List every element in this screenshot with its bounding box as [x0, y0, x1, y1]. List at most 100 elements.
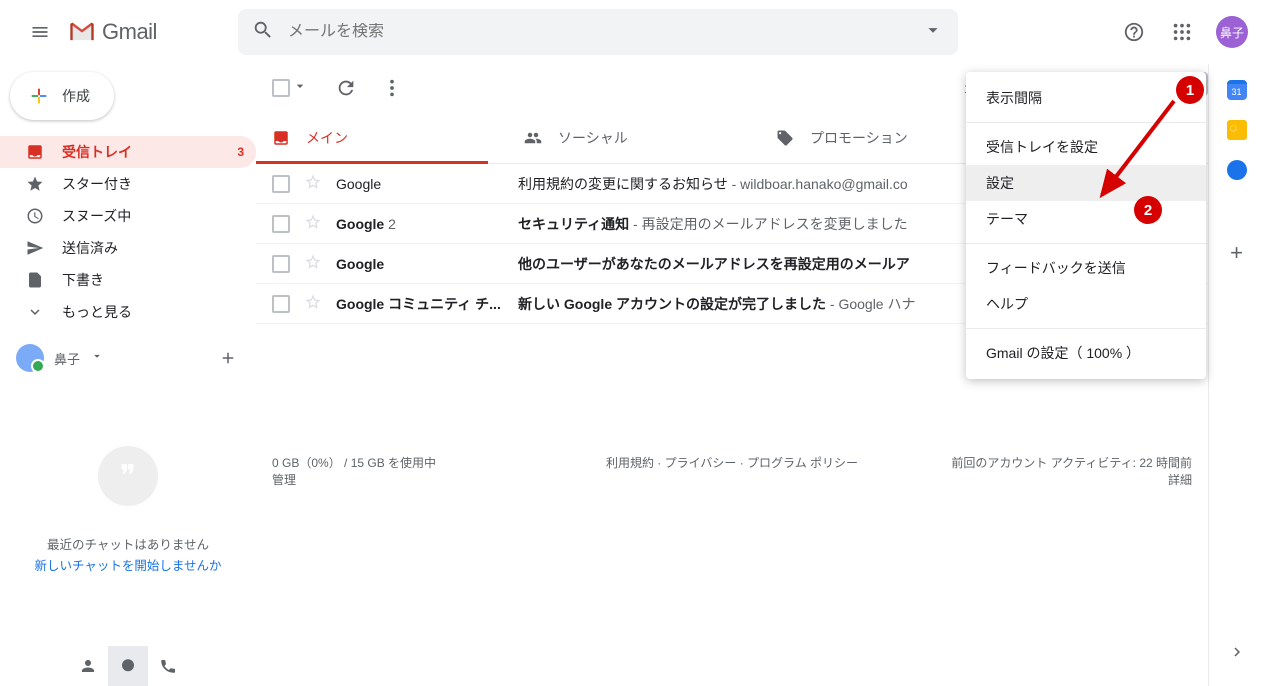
people-icon — [524, 129, 542, 147]
plus-icon — [219, 349, 237, 367]
menu-help[interactable]: ヘルプ — [966, 286, 1206, 322]
annotation-1: 1 — [1176, 76, 1204, 104]
star-outline-icon — [304, 173, 322, 191]
hangouts-empty: ❞ 最近のチャットはありません 新しいチャットを開始しませんか — [0, 446, 256, 574]
hangouts-icon — [119, 657, 137, 675]
nav-inbox[interactable]: 受信トレイ 3 — [0, 136, 256, 168]
star-outline-icon — [304, 253, 322, 271]
support-button[interactable] — [1114, 12, 1154, 52]
hamburger-icon — [30, 22, 50, 42]
file-icon — [26, 271, 44, 289]
message-from: Google — [336, 256, 504, 272]
nav-label: スター付き — [62, 174, 132, 194]
hangouts-start-link[interactable]: 新しいチャットを開始しませんか — [0, 555, 256, 574]
user-dropdown[interactable] — [90, 349, 104, 368]
menu-themes[interactable]: テーマ — [966, 201, 1206, 237]
search-bar[interactable] — [238, 9, 958, 55]
calendar-addon[interactable]: 31 — [1227, 80, 1247, 100]
gmail-logo[interactable]: Gmail — [68, 19, 238, 45]
search-options-button[interactable] — [922, 19, 944, 46]
menu-send-feedback[interactable]: フィードバックを送信 — [966, 250, 1206, 286]
tab-social[interactable]: ソーシャル — [508, 112, 760, 163]
nav-more[interactable]: もっと見る — [0, 296, 256, 328]
message-from: Google コミュニティ チ... — [336, 294, 504, 314]
sidebar: 作成 受信トレイ 3 スター付き スヌーズ中 送信済み 下書き もっと見る — [0, 64, 256, 686]
help-icon — [1123, 21, 1145, 43]
tab-label: メイン — [306, 128, 348, 148]
phone-tab[interactable] — [148, 646, 188, 686]
app-header: Gmail 鼻子 — [0, 0, 1264, 64]
star-button[interactable] — [304, 253, 322, 274]
nav-sent[interactable]: 送信済み — [0, 232, 256, 264]
nav-snoozed[interactable]: スヌーズ中 — [0, 200, 256, 232]
star-button[interactable] — [304, 213, 322, 234]
nav-label: 下書き — [62, 270, 104, 290]
list-footer: 0 GB（0%） / 15 GB を使用中 管理 利用規約 · プライバシー ·… — [256, 454, 1208, 488]
checkbox-icon — [272, 79, 290, 97]
row-checkbox[interactable] — [272, 255, 290, 273]
annotation-2: 2 — [1134, 196, 1162, 224]
manage-storage-link[interactable]: 管理 — [272, 473, 296, 487]
tab-primary[interactable]: メイン — [256, 112, 508, 163]
compose-label: 作成 — [62, 86, 90, 106]
storage-text: 0 GB（0%） / 15 GB を使用中 — [272, 454, 579, 471]
menu-divider — [966, 243, 1206, 244]
more-button[interactable] — [372, 68, 412, 108]
refresh-button[interactable] — [326, 68, 366, 108]
app-name: Gmail — [102, 19, 157, 45]
star-icon — [26, 175, 44, 193]
nav-starred[interactable]: スター付き — [0, 168, 256, 200]
user-avatar-icon — [16, 344, 44, 372]
contacts-tab[interactable] — [68, 646, 108, 686]
gmail-icon — [68, 21, 96, 43]
nav-label: スヌーズ中 — [62, 206, 131, 226]
annotation-arrow — [1084, 95, 1184, 205]
hangouts-empty-text: 最近のチャットはありません — [0, 534, 256, 553]
select-all[interactable] — [272, 78, 308, 99]
search-input[interactable] — [288, 23, 922, 41]
hangouts-quote-icon: ❞ — [98, 446, 158, 506]
account-avatar[interactable]: 鼻子 — [1216, 16, 1248, 48]
nav-drafts[interactable]: 下書き — [0, 264, 256, 296]
clock-icon — [26, 207, 44, 225]
person-icon — [79, 657, 97, 675]
message-from: Google 2 — [336, 216, 504, 232]
nav-label: もっと見る — [62, 302, 132, 322]
collapse-panel-button[interactable] — [1228, 643, 1246, 666]
chevron-down-icon — [26, 303, 44, 321]
star-button[interactable] — [304, 293, 322, 314]
refresh-icon — [335, 77, 357, 99]
apps-button[interactable] — [1162, 12, 1202, 52]
keep-addon[interactable] — [1227, 120, 1247, 140]
main-menu-button[interactable] — [16, 8, 64, 56]
chevron-right-icon — [1228, 643, 1246, 661]
menu-gmail-settings[interactable]: Gmail の設定（ 100% ） — [966, 335, 1206, 371]
hangouts-user-row[interactable]: 鼻子 — [0, 340, 256, 376]
star-button[interactable] — [304, 173, 322, 194]
hangouts-user-name: 鼻子 — [54, 349, 80, 368]
star-outline-icon — [304, 293, 322, 311]
activity-detail-link[interactable]: 詳細 — [1168, 473, 1192, 487]
message-from: Google — [336, 176, 504, 192]
search-icon — [252, 19, 274, 46]
compose-button[interactable]: 作成 — [10, 72, 114, 120]
new-chat-button[interactable] — [216, 346, 240, 370]
menu-divider — [966, 328, 1206, 329]
row-checkbox[interactable] — [272, 295, 290, 313]
nav-label: 受信トレイ — [62, 142, 132, 162]
last-activity: 前回のアカウント アクティビティ: 22 時間前 — [885, 454, 1192, 471]
hangouts-tab[interactable] — [108, 646, 148, 686]
row-checkbox[interactable] — [272, 215, 290, 233]
row-checkbox[interactable] — [272, 175, 290, 193]
plus-icon — [28, 85, 50, 107]
apps-grid-icon — [1171, 21, 1193, 43]
tasks-addon[interactable] — [1227, 160, 1247, 180]
get-addons-button[interactable]: + — [1230, 240, 1243, 266]
policies-links[interactable]: 利用規約 · プライバシー · プログラム ポリシー — [606, 456, 858, 470]
select-dropdown[interactable] — [292, 78, 308, 99]
nav-label: 送信済み — [62, 238, 118, 258]
inbox-tab-icon — [272, 129, 290, 147]
send-icon — [26, 239, 44, 257]
sidebar-footer-tabs — [0, 646, 256, 686]
header-actions: 鼻子 — [1114, 12, 1248, 52]
